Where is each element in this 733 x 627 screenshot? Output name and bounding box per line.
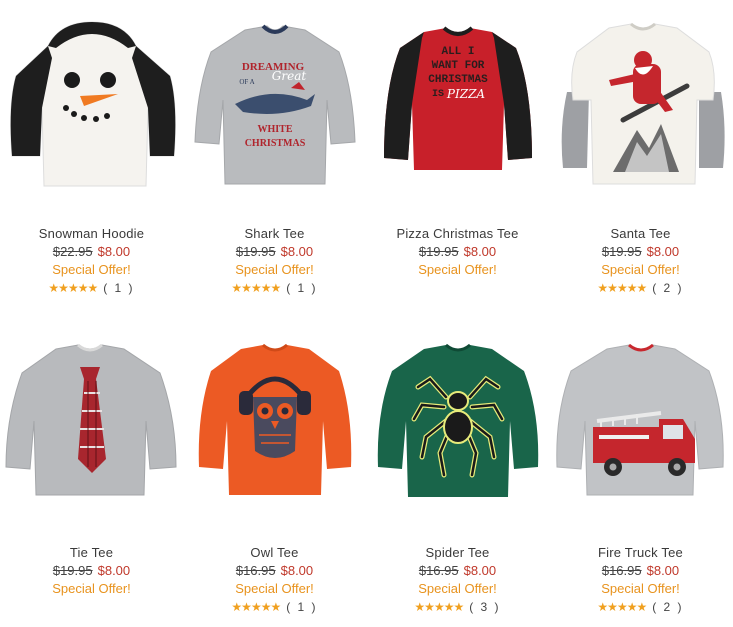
star-rating-icon: ★★★★★ — [231, 600, 281, 614]
owl-tee-image[interactable] — [183, 327, 366, 532]
sale-price: $8.00 — [646, 244, 680, 259]
shark-tee-image[interactable]: DREAMING OF A Great WHITE CHRISTMAS — [183, 8, 366, 213]
special-offer-link[interactable]: Special Offer! — [0, 581, 183, 596]
price-row: $22.95 $8.00 — [0, 244, 183, 259]
original-price: $16.95 — [601, 563, 642, 578]
rating[interactable]: ★★★★★ ( 1 ) — [183, 281, 366, 295]
star-rating-icon: ★★★★★ — [597, 281, 647, 295]
product-name[interactable]: Owl Tee — [183, 545, 366, 560]
price-row: $19.95 $8.00 — [549, 244, 732, 259]
sale-price: $8.00 — [97, 563, 131, 578]
rating[interactable]: ★★★★★ ( 3 ) — [366, 600, 549, 614]
product-card-snowman-hoodie[interactable]: Snowman Hoodie $22.95 $8.00 Special Offer… — [0, 8, 183, 308]
product-name[interactable]: Snowman Hoodie — [0, 226, 183, 241]
review-count: ( 2 ) — [652, 600, 684, 614]
sale-price: $8.00 — [280, 244, 314, 259]
product-name[interactable]: Santa Tee — [549, 226, 732, 241]
product-card-tie-tee[interactable]: Tie Tee $19.95 $8.00 Special Offer! — [0, 327, 183, 627]
special-offer-link[interactable]: Special Offer! — [366, 581, 549, 596]
santa-tee-image[interactable] — [549, 8, 732, 213]
star-rating-icon: ★★★★★ — [597, 600, 647, 614]
product-card-pizza-christmas-tee[interactable]: ALL I WANT FOR CHRISTMAS IS PIZZA Pizza … — [366, 8, 549, 308]
special-offer-link[interactable]: Special Offer! — [549, 262, 732, 277]
rating[interactable]: ★★★★★ ( 1 ) — [183, 600, 366, 614]
price-row: $16.95 $8.00 — [549, 563, 732, 578]
pizza-christmas-tee-image[interactable]: ALL I WANT FOR CHRISTMAS IS PIZZA — [366, 8, 549, 213]
product-name[interactable]: Tie Tee — [0, 545, 183, 560]
pizza-art-line4: IS — [432, 89, 444, 100]
rating[interactable]: ★★★★★ ( 2 ) — [549, 600, 732, 614]
pizza-art-line2: WANT FOR — [432, 60, 485, 72]
star-rating-icon: ★★★★★ — [48, 281, 98, 295]
special-offer-link[interactable]: Special Offer! — [183, 262, 366, 277]
price-row: $19.95 $8.00 — [183, 244, 366, 259]
sale-price: $8.00 — [463, 244, 497, 259]
price-row: $19.95 $8.00 — [366, 244, 549, 259]
special-offer-link[interactable]: Special Offer! — [366, 262, 549, 277]
shark-art-line2: OF A — [239, 78, 254, 86]
product-name[interactable]: Fire Truck Tee — [549, 545, 732, 560]
shark-art-line4: CHRISTMAS — [245, 138, 306, 149]
tie-tee-image[interactable] — [0, 327, 183, 532]
product-card-santa-tee[interactable]: Santa Tee $19.95 $8.00 Special Offer! ★★★… — [549, 8, 732, 308]
review-count: ( 1 ) — [286, 281, 318, 295]
price-row: $16.95 $8.00 — [183, 563, 366, 578]
star-rating-icon: ★★★★★ — [414, 600, 464, 614]
fire-truck-tee-image[interactable] — [549, 327, 732, 532]
original-price: $19.95 — [52, 563, 93, 578]
rating[interactable]: ★★★★★ ( 1 ) — [0, 281, 183, 295]
sale-price: $8.00 — [280, 563, 314, 578]
review-count: ( 1 ) — [103, 281, 135, 295]
shark-art-script: Great — [272, 69, 307, 83]
review-count: ( 3 ) — [469, 600, 501, 614]
pizza-art-line1: ALL I — [441, 46, 474, 58]
sale-price: $8.00 — [97, 244, 131, 259]
review-count: ( 2 ) — [652, 281, 684, 295]
shark-art-line3: WHITE — [257, 124, 292, 135]
sale-price: $8.00 — [463, 563, 497, 578]
star-rating-icon: ★★★★★ — [231, 281, 281, 295]
special-offer-link[interactable]: Special Offer! — [183, 581, 366, 596]
price-row: $16.95 $8.00 — [366, 563, 549, 578]
spider-tee-image[interactable] — [366, 327, 549, 532]
pizza-art-script: PIZZA — [446, 87, 485, 101]
review-count: ( 1 ) — [286, 600, 318, 614]
product-card-shark-tee[interactable]: DREAMING OF A Great WHITE CHRISTMAS Shar… — [183, 8, 366, 308]
product-card-spider-tee[interactable]: Spider Tee $16.95 $8.00 Special Offer! ★★… — [366, 327, 549, 627]
pizza-art-line3: CHRISTMAS — [428, 74, 488, 86]
price-row: $19.95 $8.00 — [0, 563, 183, 578]
original-price: $22.95 — [52, 244, 93, 259]
special-offer-link[interactable]: Special Offer! — [0, 262, 183, 277]
product-card-owl-tee[interactable]: Owl Tee $16.95 $8.00 Special Offer! ★★★★★… — [183, 327, 366, 627]
original-price: $16.95 — [418, 563, 459, 578]
original-price: $19.95 — [418, 244, 459, 259]
rating[interactable]: ★★★★★ ( 2 ) — [549, 281, 732, 295]
original-price: $19.95 — [601, 244, 642, 259]
product-name[interactable]: Shark Tee — [183, 226, 366, 241]
product-name[interactable]: Spider Tee — [366, 545, 549, 560]
product-card-fire-truck-tee[interactable]: Fire Truck Tee $16.95 $8.00 Special Offer… — [549, 327, 732, 627]
product-name[interactable]: Pizza Christmas Tee — [366, 226, 549, 241]
original-price: $16.95 — [235, 563, 276, 578]
special-offer-link[interactable]: Special Offer! — [549, 581, 732, 596]
snowman-hoodie-image[interactable] — [0, 8, 183, 213]
sale-price: $8.00 — [646, 563, 680, 578]
original-price: $19.95 — [235, 244, 276, 259]
